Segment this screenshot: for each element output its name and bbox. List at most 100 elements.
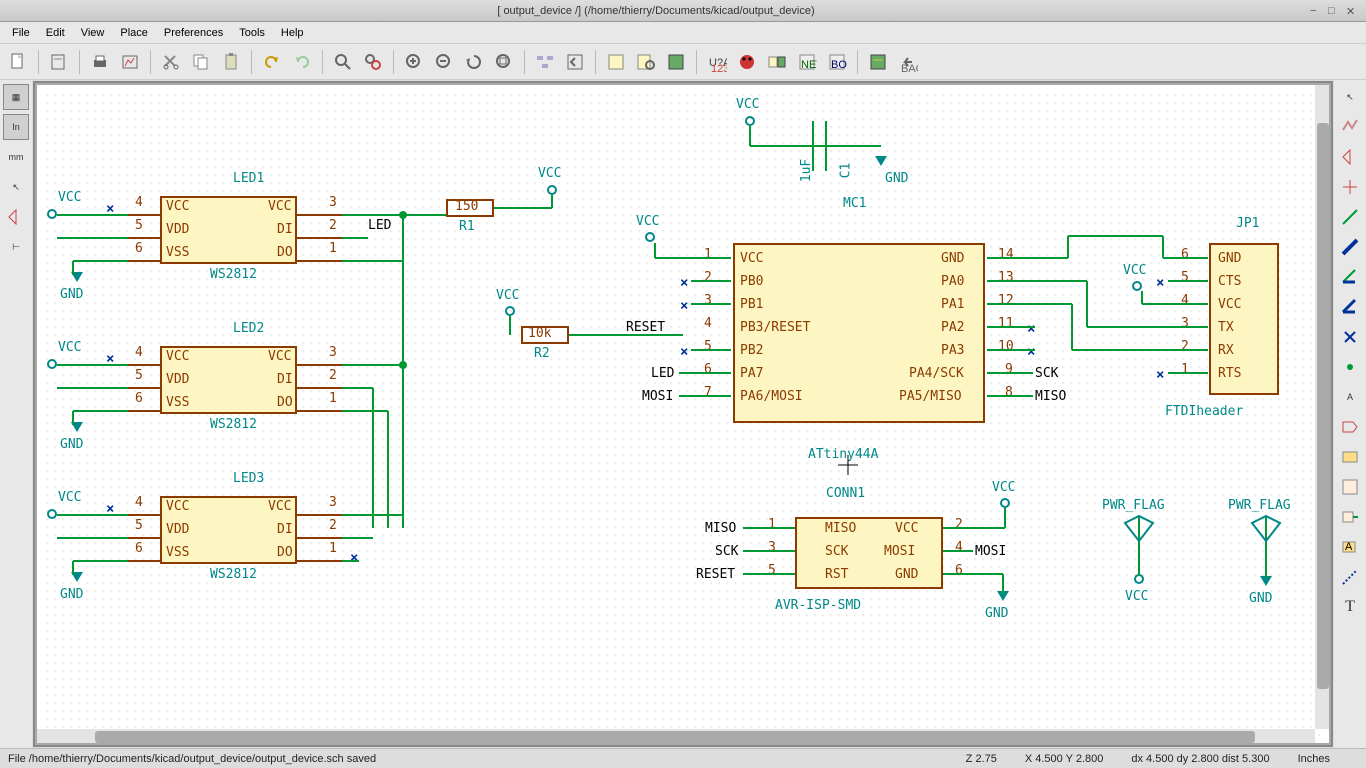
netlist-icon[interactable]: NET — [793, 48, 821, 76]
status-bar: File /home/thierry/Documents/kicad/outpu… — [0, 748, 1366, 768]
cvpcb-icon[interactable] — [763, 48, 791, 76]
led3-type: WS2812 — [210, 567, 257, 582]
right-toolbar: ↖ A A T — [1334, 80, 1366, 748]
place-bus-icon[interactable] — [1337, 234, 1363, 260]
place-netlabel-icon[interactable]: A — [1337, 384, 1363, 410]
nc-x-icon: × — [106, 201, 114, 217]
cut-icon[interactable] — [157, 48, 185, 76]
vertical-scrollbar[interactable] — [1315, 83, 1331, 729]
menu-preferences[interactable]: Preferences — [156, 25, 231, 41]
conn1-type: AVR-ISP-SMD — [775, 598, 861, 613]
bom-icon[interactable]: BOM — [823, 48, 851, 76]
horizontal-scrollbar[interactable] — [35, 729, 1315, 745]
place-wire-entry-icon[interactable] — [1337, 264, 1363, 290]
place-power-icon[interactable] — [1337, 174, 1363, 200]
conn1-ref: CONN1 — [826, 486, 865, 501]
pwrflag2: PWR_FLAG — [1228, 498, 1291, 513]
menu-help[interactable]: Help — [273, 25, 312, 41]
plot-icon[interactable] — [116, 48, 144, 76]
highlight-net-icon[interactable] — [1337, 114, 1363, 140]
status-message: File /home/thierry/Documents/kicad/outpu… — [8, 753, 376, 765]
import-hierlabel-icon[interactable] — [1337, 504, 1363, 530]
place-graphic-line-icon[interactable] — [1337, 564, 1363, 590]
led1-ref: LED1 — [233, 171, 264, 186]
paste-icon[interactable] — [217, 48, 245, 76]
place-component-icon[interactable] — [1337, 144, 1363, 170]
led1-pin-vcc-r: VCC — [268, 199, 291, 214]
cursor-shape-icon[interactable]: ↖ — [3, 174, 29, 200]
place-junction-icon[interactable] — [1337, 354, 1363, 380]
led1-pin-vdd: VDD — [166, 222, 189, 237]
menu-place[interactable]: Place — [112, 25, 156, 41]
annotate-icon[interactable]: U?A123 — [703, 48, 731, 76]
r1-ref: R1 — [459, 219, 475, 234]
r2-ref: R2 — [534, 346, 550, 361]
erc-icon[interactable] — [733, 48, 761, 76]
gnd-symbol-icon — [873, 156, 889, 168]
grid-icon[interactable]: ▦ — [3, 84, 29, 110]
place-hierlabel-icon[interactable] — [1337, 444, 1363, 470]
place-sheetpin-icon[interactable]: A — [1337, 534, 1363, 560]
place-noconnect-icon[interactable] — [1337, 324, 1363, 350]
menu-edit[interactable]: Edit — [38, 25, 73, 41]
units-in-button[interactable]: In — [3, 114, 29, 140]
component-conn1[interactable] — [795, 517, 943, 589]
leave-sheet-icon[interactable] — [561, 48, 589, 76]
led1-pin-do: DO — [277, 245, 293, 260]
svg-text:123: 123 — [711, 63, 727, 72]
copy-icon[interactable] — [187, 48, 215, 76]
zoom-redraw-icon[interactable] — [460, 48, 488, 76]
window-title: [ output_device /] (/home/thierry/Docume… — [8, 5, 1304, 17]
led2-type: WS2812 — [210, 417, 257, 432]
status-xy: X 4.500 Y 2.800 — [1025, 753, 1104, 765]
menu-file[interactable]: File — [4, 25, 38, 41]
zoom-out-icon[interactable] — [430, 48, 458, 76]
select-tool-icon[interactable]: ↖ — [1337, 84, 1363, 110]
place-bus-entry-icon[interactable] — [1337, 294, 1363, 320]
find-replace-icon[interactable] — [359, 48, 387, 76]
led2-ref: LED2 — [233, 321, 264, 336]
place-sheet-icon[interactable] — [1337, 474, 1363, 500]
new-doc-icon[interactable] — [4, 48, 32, 76]
undo-icon[interactable] — [258, 48, 286, 76]
menu-bar: File Edit View Place Preferences Tools H… — [0, 22, 1366, 44]
run-pcbnew-icon[interactable] — [864, 48, 892, 76]
left-toolbar: ▦ In mm ↖ ⊢ — [0, 80, 32, 748]
led1-pin-vcc-l: VCC — [166, 199, 189, 214]
redo-icon[interactable] — [288, 48, 316, 76]
svg-text:A: A — [1345, 541, 1353, 553]
close-button[interactable]: ✕ — [1346, 5, 1358, 17]
bus-direction-icon[interactable]: ⊢ — [3, 234, 29, 260]
zoom-in-icon[interactable] — [400, 48, 428, 76]
jp1-ref: JP1 — [1236, 216, 1259, 231]
zoom-fit-icon[interactable] — [490, 48, 518, 76]
c1-vcc: VCC — [736, 97, 759, 112]
back-annotate-icon[interactable]: BACK — [894, 48, 922, 76]
place-text-icon[interactable]: T — [1337, 594, 1363, 620]
menu-view[interactable]: View — [73, 25, 113, 41]
library-editor-icon[interactable] — [602, 48, 630, 76]
status-zoom: Z 2.75 — [966, 753, 997, 765]
c1-ref: C1 — [838, 163, 853, 179]
minimize-button[interactable]: − — [1310, 5, 1322, 17]
svg-text:BACK: BACK — [901, 63, 918, 72]
maximize-button[interactable]: □ — [1328, 5, 1340, 17]
led1-pin-vss: VSS — [166, 245, 189, 260]
led1-pin-di: DI — [277, 222, 293, 237]
menu-tools[interactable]: Tools — [231, 25, 273, 41]
print-icon[interactable] — [86, 48, 114, 76]
place-wire-icon[interactable] — [1337, 204, 1363, 230]
footprint-editor-icon[interactable] — [662, 48, 690, 76]
svg-text:NET: NET — [801, 59, 817, 71]
units-mm-button[interactable]: mm — [3, 144, 29, 170]
library-browser-icon[interactable] — [632, 48, 660, 76]
mc1-type: ATtiny44A — [808, 447, 878, 462]
hierarchy-icon[interactable] — [531, 48, 559, 76]
status-units: Inches — [1298, 753, 1330, 765]
wires — [43, 91, 1323, 737]
schematic-canvas[interactable]: LED1 WS2812 VCC VDD VSS VCC DI DO 4 5 6 … — [33, 81, 1333, 747]
find-icon[interactable] — [329, 48, 357, 76]
hidden-pins-icon[interactable] — [3, 204, 29, 230]
place-globallabel-icon[interactable] — [1337, 414, 1363, 440]
page-settings-icon[interactable] — [45, 48, 73, 76]
